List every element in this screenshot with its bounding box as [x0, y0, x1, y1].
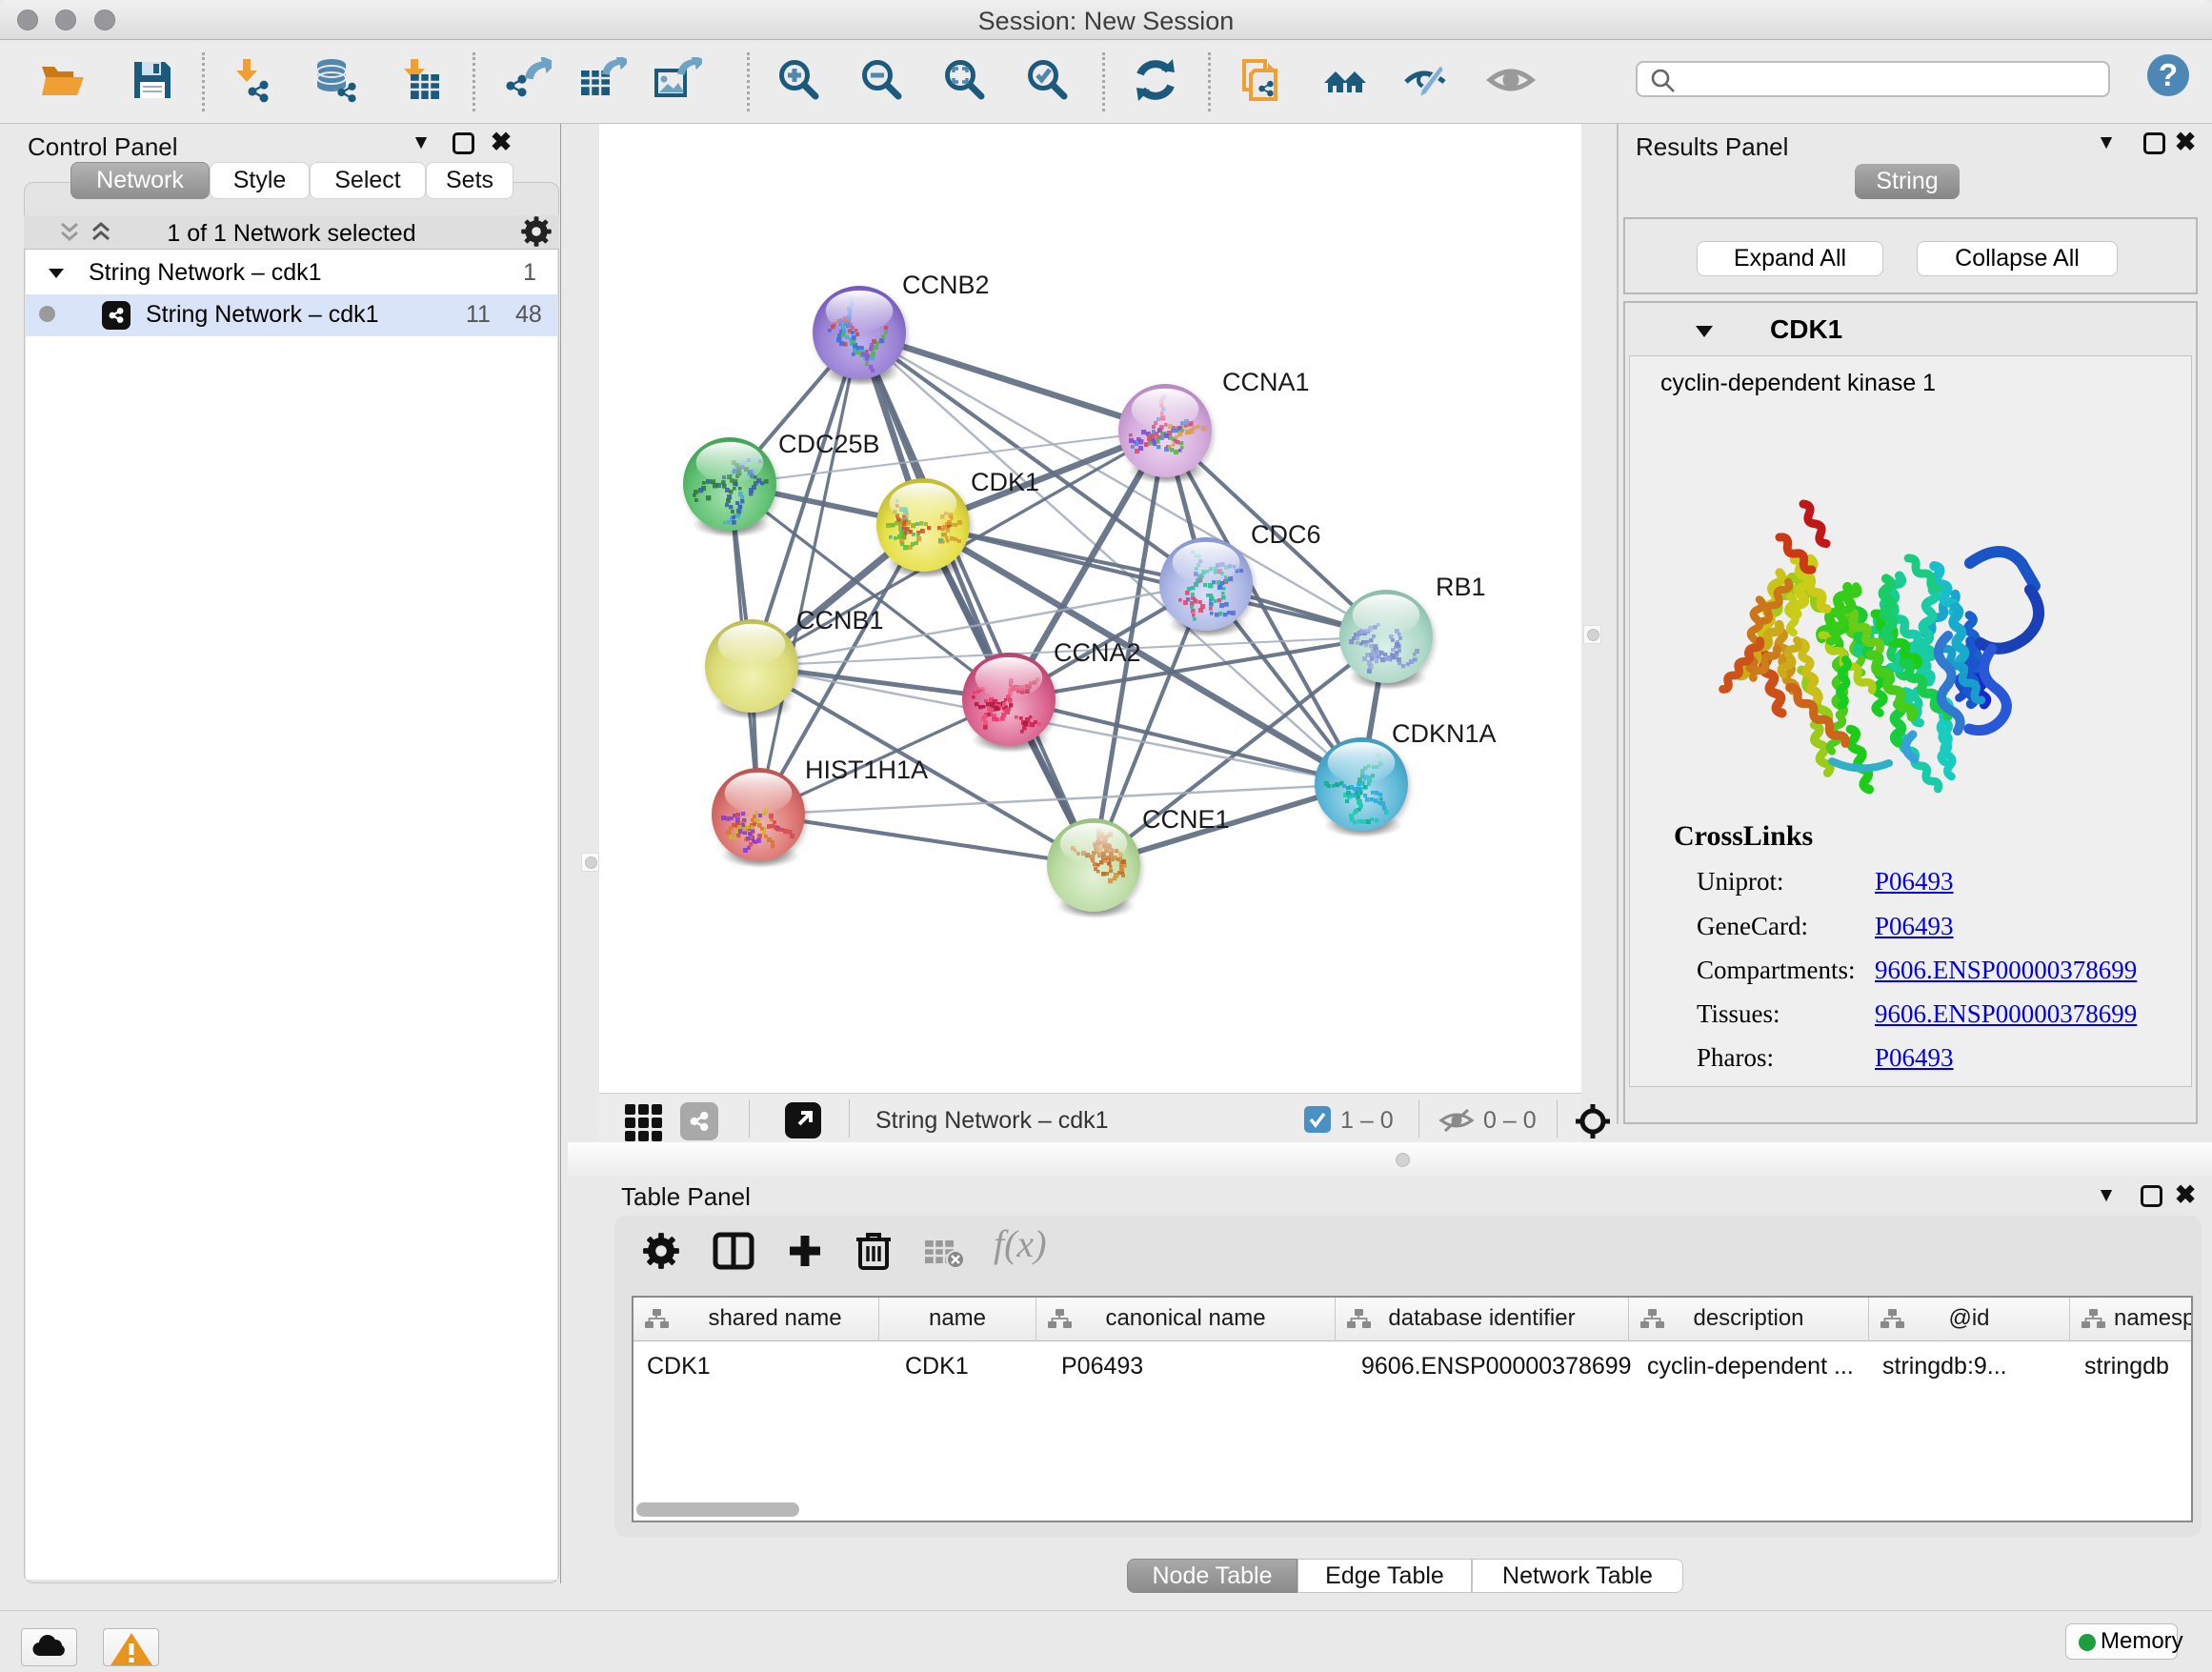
svg-text:CDK1: CDK1: [971, 468, 1039, 496]
svg-text:CCNB2: CCNB2: [902, 271, 990, 299]
svg-text:CCNB1: CCNB1: [796, 606, 884, 635]
svg-text:CDC25B: CDC25B: [778, 430, 880, 458]
svg-text:CCNA2: CCNA2: [1054, 638, 1141, 667]
svg-text:HIST1H1A: HIST1H1A: [805, 755, 928, 784]
svg-text:CCNA1: CCNA1: [1222, 368, 1310, 396]
svg-text:CCNE1: CCNE1: [1142, 805, 1230, 834]
svg-text:RB1: RB1: [1436, 573, 1486, 601]
svg-text:CDC6: CDC6: [1251, 520, 1321, 549]
svg-text:CDKN1A: CDKN1A: [1392, 719, 1497, 748]
